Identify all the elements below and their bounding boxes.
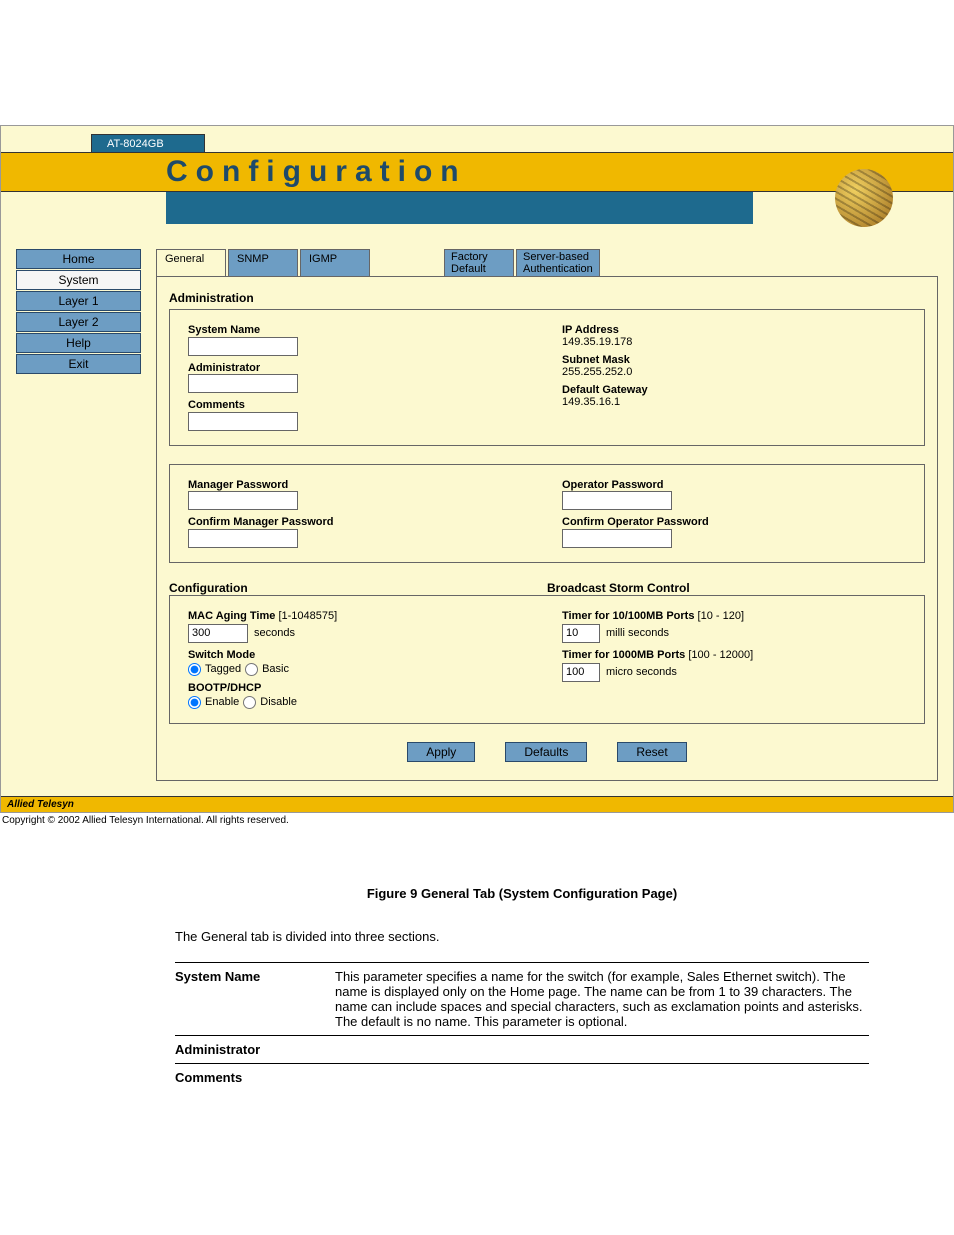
switch-mode-label: Switch Mode xyxy=(188,649,532,661)
button-row: Apply Defaults Reset xyxy=(169,742,925,762)
config-heading: Configuration xyxy=(169,581,547,595)
switch-mode-basic[interactable] xyxy=(245,663,258,676)
password-box: Manager Password Confirm Manager Passwor… xyxy=(169,464,925,563)
mac-aging-input[interactable] xyxy=(188,624,248,643)
copyright: Copyright © 2002 Allied Telesyn Internat… xyxy=(2,815,954,826)
system-name-label: System Name xyxy=(188,324,532,336)
tab-igmp[interactable]: IGMP xyxy=(300,249,370,276)
config-box: MAC Aging Time [1-1048575] seconds Switc… xyxy=(169,595,925,724)
ip-label: IP Address xyxy=(562,324,906,336)
footer-bar: Allied Telesyn xyxy=(1,796,953,812)
nav-home[interactable]: Home xyxy=(16,249,141,269)
bootp-label: BOOTP/DHCP xyxy=(188,682,532,694)
general-panel: Administration System Name Administrator… xyxy=(156,276,938,781)
admin-heading: Administration xyxy=(169,291,925,305)
figure-intro: The General tab is divided into three se… xyxy=(175,929,869,944)
reset-button[interactable]: Reset xyxy=(617,742,686,762)
subtitle-bar xyxy=(166,192,753,224)
page-title: Configuration xyxy=(166,155,467,189)
nav-layer1[interactable]: Layer 1 xyxy=(16,291,141,311)
subnet-label: Subnet Mask xyxy=(562,354,906,366)
model-tab: AT-8024GB xyxy=(91,134,205,154)
footer-logo: Allied Telesyn xyxy=(7,799,74,810)
comments-input[interactable] xyxy=(188,412,298,431)
globe-icon xyxy=(835,169,893,227)
dual-heading: Configuration Broadcast Storm Control xyxy=(169,581,925,595)
term-label: Comments xyxy=(175,1070,315,1085)
timer1-input[interactable] xyxy=(562,624,600,643)
timer2-unit: micro seconds xyxy=(606,666,677,678)
sidebar: Home System Layer 1 Layer 2 Help Exit xyxy=(16,249,141,781)
timer2-input[interactable] xyxy=(562,663,600,682)
bootp-enable[interactable] xyxy=(188,696,201,709)
term-label: Administrator xyxy=(175,1042,315,1057)
tab-factory-default[interactable]: Factory Default xyxy=(444,249,514,276)
subnet-value: 255.255.252.0 xyxy=(562,366,906,378)
document-body: Figure 9 General Tab (System Configurati… xyxy=(0,826,954,1111)
seconds-label: seconds xyxy=(254,627,295,639)
mac-aging-label: MAC Aging Time [1-1048575] xyxy=(188,610,532,622)
defaults-button[interactable]: Defaults xyxy=(505,742,587,762)
nav-exit[interactable]: Exit xyxy=(16,354,141,374)
manager-pw-input[interactable] xyxy=(188,491,298,510)
storm-heading: Broadcast Storm Control xyxy=(547,581,925,595)
timer2-label: Timer for 1000MB Ports [100 - 12000] xyxy=(562,649,906,661)
bootp-disable[interactable] xyxy=(243,696,256,709)
gateway-label: Default Gateway xyxy=(562,384,906,396)
term-row-comments: Comments xyxy=(175,1064,869,1091)
tabs: General SNMP IGMP Factory Default Server… xyxy=(156,249,938,276)
title-bar: Configuration xyxy=(1,152,953,192)
term-row-administrator: Administrator xyxy=(175,1036,869,1063)
timer1-label: Timer for 10/100MB Ports [10 - 120] xyxy=(562,610,906,622)
operator-pw-label: Operator Password xyxy=(562,479,906,491)
tab-server-auth[interactable]: Server-based Authentication xyxy=(516,249,600,276)
confirm-operator-pw-label: Confirm Operator Password xyxy=(562,516,906,528)
tab-general[interactable]: General xyxy=(156,249,226,276)
timer1-unit: milli seconds xyxy=(606,627,669,639)
nav-layer2[interactable]: Layer 2 xyxy=(16,312,141,332)
app-frame: AT-8024GB Configuration Home System Laye… xyxy=(0,125,954,813)
administrator-input[interactable] xyxy=(188,374,298,393)
confirm-manager-pw-label: Confirm Manager Password xyxy=(188,516,532,528)
system-name-input[interactable] xyxy=(188,337,298,356)
comments-label: Comments xyxy=(188,399,532,411)
apply-button[interactable]: Apply xyxy=(407,742,475,762)
nav-system[interactable]: System xyxy=(16,270,141,290)
gateway-value: 149.35.16.1 xyxy=(562,396,906,408)
ip-value: 149.35.19.178 xyxy=(562,336,906,348)
manager-pw-label: Manager Password xyxy=(188,479,532,491)
figure-caption: Figure 9 General Tab (System Configurati… xyxy=(175,886,869,901)
term-label: System Name xyxy=(175,969,315,984)
confirm-manager-pw-input[interactable] xyxy=(188,529,298,548)
admin-box: System Name Administrator Comments IP Ad… xyxy=(169,309,925,446)
operator-pw-input[interactable] xyxy=(562,491,672,510)
main: General SNMP IGMP Factory Default Server… xyxy=(156,249,938,781)
nav-help[interactable]: Help xyxy=(16,333,141,353)
term-row-system-name: System Name This parameter specifies a n… xyxy=(175,963,869,1035)
tab-snmp[interactable]: SNMP xyxy=(228,249,298,276)
administrator-label: Administrator xyxy=(188,362,532,374)
switch-mode-tagged[interactable] xyxy=(188,663,201,676)
confirm-operator-pw-input[interactable] xyxy=(562,529,672,548)
term-def: This parameter specifies a name for the … xyxy=(335,969,869,1029)
